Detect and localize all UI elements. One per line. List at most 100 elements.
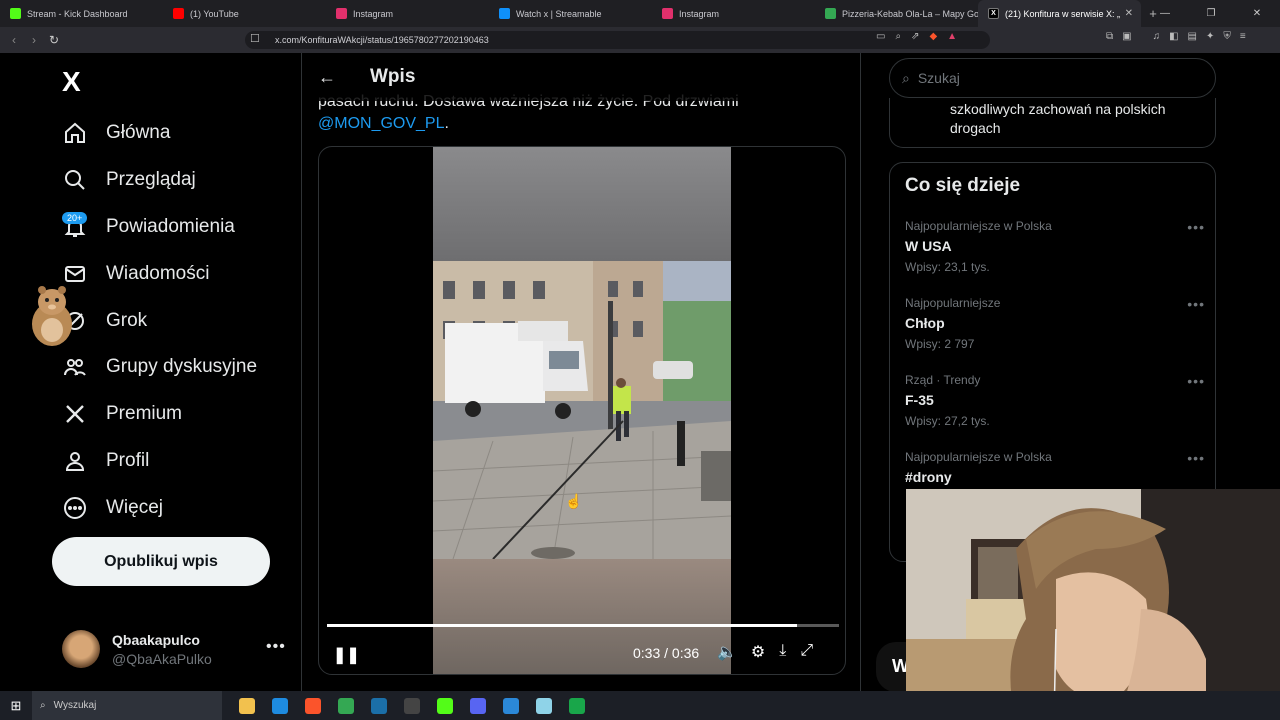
tab-title: Stream - Kick Dashboard (27, 8, 128, 19)
sidebar-item-grok[interactable]: Grok (62, 297, 257, 344)
brave-icon[interactable] (296, 691, 329, 720)
account-handle: @QbaAkaPulko (112, 650, 212, 667)
taskbar-app-glyph (238, 697, 255, 714)
more-dots-icon[interactable]: ••• (266, 638, 286, 656)
brave-shield-icon[interactable]: ◆ (929, 31, 937, 42)
bookmark-icon[interactable]: ☐ (250, 32, 260, 45)
xbox-icon[interactable] (560, 691, 593, 720)
sidebar-item-home[interactable]: Główna (62, 110, 257, 157)
pause-icon[interactable]: ❚❚ (333, 645, 360, 665)
sidebar-toggle-icon[interactable]: ◧ (1169, 31, 1178, 42)
primary-nav: Główna Przeglądaj Powiadomienia 20+ Wiadomoś… (62, 110, 257, 531)
forward-nav-icon[interactable]: › (24, 33, 44, 47)
sidebar-item-search[interactable]: Przeglądaj (62, 157, 257, 204)
dock-video-icon[interactable]: ⤓ (779, 642, 786, 662)
browser-tab[interactable]: Pizzeria-Kebab Ola-La – Mapy Googl (815, 0, 978, 27)
chrome-icon[interactable] (329, 691, 362, 720)
trend-item[interactable]: Rząd · Trendy F-35 Wpisy: 27,2 tys. ••• (905, 373, 1205, 428)
restore-icon[interactable]: ❐ (1188, 0, 1234, 27)
more-dots-icon[interactable]: ••• (1187, 219, 1205, 235)
browser-tab[interactable]: Instagram (652, 0, 815, 27)
taskbar-app-glyph (304, 697, 321, 714)
browser-tab[interactable]: X (21) Konfitura w serwisie X: „ ✕ (978, 0, 1141, 27)
tab-title: Instagram (353, 8, 394, 19)
browser-tab[interactable]: Stream - Kick Dashboard (0, 0, 163, 27)
music-icon[interactable]: ♫ (1153, 31, 1161, 42)
trend-count: Wpisy: 27,2 tys. (905, 414, 990, 428)
zoom-icon[interactable]: ⌕ (895, 31, 901, 42)
edge-icon[interactable] (263, 691, 296, 720)
search-input[interactable] (917, 70, 1178, 86)
wallet-icon[interactable]: ▤ (1188, 31, 1197, 42)
more-dots-icon[interactable]: ••• (1187, 450, 1205, 466)
file-explorer-icon[interactable] (230, 691, 263, 720)
sidebar-item-bell[interactable]: Powiadomienia 20+ (62, 204, 257, 251)
taskbar-search[interactable]: ⌕ Wyszukaj (32, 691, 222, 720)
trend-item[interactable]: Najpopularniejsze w Polska W USA Wpisy: 23… (905, 219, 1205, 274)
mail-app-icon[interactable] (494, 691, 527, 720)
more-dots-icon[interactable]: ••• (1187, 296, 1205, 312)
taskbar-app-glyph (535, 697, 552, 714)
back-arrow-icon[interactable]: ← (318, 67, 340, 88)
settings-gear-icon[interactable]: ⚙ (751, 642, 765, 662)
sidebar-item-more-circle[interactable]: Więcej (62, 484, 257, 531)
back-nav-icon[interactable]: ‹ (4, 33, 24, 47)
sidebar-item-label: Powiadomienia (106, 215, 235, 237)
video-controls: 🔈 ⚙ ⤓ ⤢ (717, 642, 813, 662)
maps-pin-icon (825, 8, 836, 19)
video-player[interactable]: ☝ ❚❚ 0:33 / 0:36 🔈 ⚙ ⤓ ⤢ (318, 146, 846, 675)
reload-icon[interactable]: ↻ (44, 33, 64, 47)
trend-item[interactable]: Najpopularniejsze Chłop Wpisy: 2 797 ••• (905, 296, 1205, 351)
brave-rewards-icon[interactable]: ▲ (947, 31, 957, 42)
browser-tab[interactable]: Watch x | Streamable (489, 0, 652, 27)
extensions-icon[interactable]: ⧉ (1106, 31, 1113, 42)
sidebar-item-label: Grok (106, 309, 148, 331)
search-box[interactable]: ⌕ (889, 58, 1216, 98)
publish-button[interactable]: Opublikuj wpis (52, 537, 270, 586)
sidebar-item-label: Przeglądaj (106, 169, 196, 191)
sidebar-item-mail[interactable]: Wiadomości (62, 250, 257, 297)
close-window-icon[interactable]: ✕ (1234, 0, 1280, 27)
notepad-icon[interactable] (527, 691, 560, 720)
share-icon[interactable]: ⇗ (911, 31, 919, 42)
kick-icon (10, 8, 21, 19)
trend-context: Najpopularniejsze (905, 296, 1001, 310)
taskbar-app-glyph (271, 697, 288, 714)
x-icon: X (988, 8, 999, 19)
kick-icon[interactable] (428, 691, 461, 720)
vpn-icon[interactable]: ⛨ (1223, 31, 1231, 42)
more-dots-icon[interactable]: ••• (1187, 373, 1205, 389)
menu-icon[interactable]: ≡ (1240, 31, 1246, 42)
video-progress-bar[interactable] (327, 624, 839, 627)
sidebar-item-x[interactable]: Premium (62, 391, 257, 438)
mention-link[interactable]: @MON_GOV_PL (318, 115, 445, 132)
browser-tab[interactable]: (1) YouTube (163, 0, 326, 27)
close-tab-icon[interactable]: ✕ (1125, 8, 1133, 19)
sidebar-item-label: Więcej (106, 496, 164, 518)
communities-icon (62, 354, 88, 380)
minimize-icon[interactable]: — (1142, 0, 1188, 27)
discord-icon[interactable] (461, 691, 494, 720)
avatar (62, 630, 100, 668)
search-icon: ⌕ (902, 69, 910, 86)
sidebar-item-profile[interactable]: Profil (62, 438, 257, 485)
x-logo[interactable]: X (62, 66, 81, 98)
account-switcher[interactable]: Qbaakapulco @QbaAkaPulko ••• (62, 630, 285, 668)
url-text: x.com/KonfituraWAkcji/status/19657802772… (275, 35, 489, 45)
cast-icon[interactable]: ▭ (876, 31, 885, 42)
tab-title: (1) YouTube (190, 8, 239, 19)
previous-card: szkodliwych zachowań na polskich drogach (889, 98, 1216, 148)
fullscreen-icon[interactable]: ⤢ (800, 642, 813, 662)
volume-icon[interactable]: 🔈 (717, 642, 737, 662)
trend-item[interactable]: Najpopularniejsze w Polska #drony ••• (905, 450, 1205, 485)
windows-start-icon[interactable]: ⊞ (0, 698, 32, 714)
mention-suffix: . (444, 115, 449, 132)
taskbar-apps (230, 691, 593, 720)
obs-icon[interactable] (395, 691, 428, 720)
browser-tab[interactable]: Instagram (326, 0, 489, 27)
sidebar-item-communities[interactable]: Grupy dyskusyjne (62, 344, 257, 391)
leo-icon[interactable]: ✦ (1206, 31, 1214, 42)
screenshot-icon[interactable]: ▣ (1122, 31, 1131, 42)
video-frame (433, 147, 731, 674)
steam-icon[interactable] (362, 691, 395, 720)
